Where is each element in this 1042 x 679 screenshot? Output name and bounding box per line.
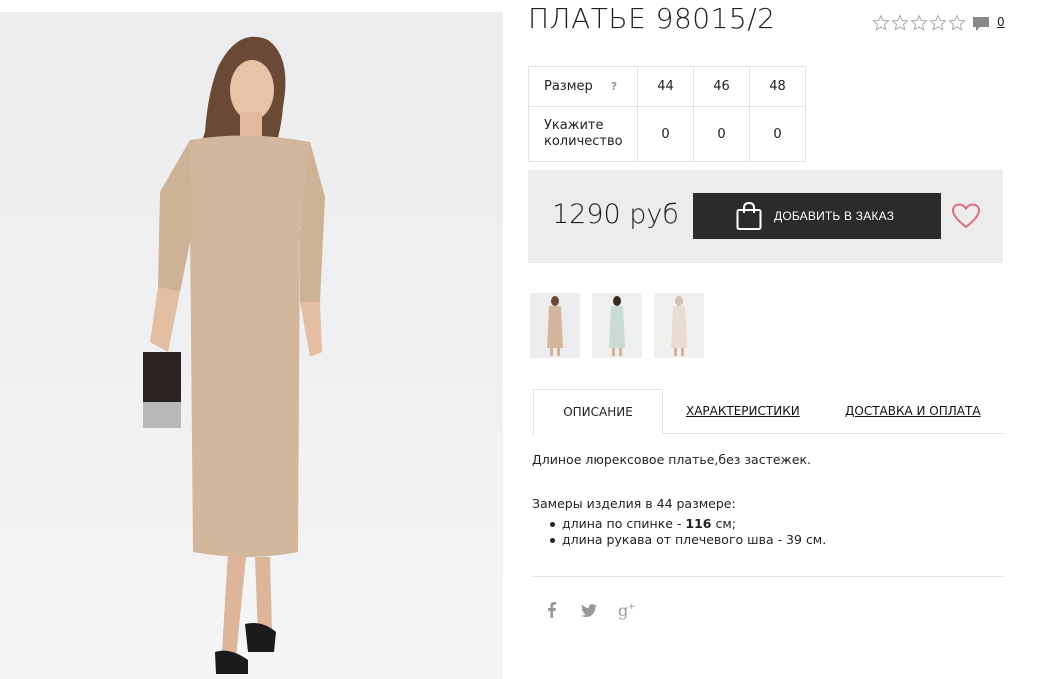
svg-text:g: g (618, 601, 628, 620)
comment-icon[interactable] (972, 16, 990, 32)
measurement-value: 116 (685, 516, 712, 531)
rating-stars[interactable] (872, 14, 966, 32)
size-quantity-table: Размер? 44 46 48 Укажите количество 0 0 … (528, 66, 806, 162)
thumbnail-cream[interactable] (654, 293, 704, 358)
product-main-image[interactable] (0, 12, 503, 679)
measurement-unit: см; (711, 516, 736, 531)
quantity-input[interactable]: 0 (637, 106, 694, 162)
price: 1290 руб (552, 199, 679, 230)
product-title: ПЛАТЬЕ 98015/2 (528, 2, 776, 35)
size-option: 46 (693, 66, 750, 107)
thumbnail-image (671, 296, 687, 356)
thumbnail-image (547, 296, 563, 356)
favorite-heart-icon[interactable] (952, 203, 980, 229)
measurement-label: длина по спинке - (562, 516, 686, 531)
quantity-input[interactable]: 0 (693, 106, 750, 162)
size-header: Размер? (528, 66, 638, 107)
facebook-icon[interactable] (543, 600, 561, 620)
size-row: Размер? 44 46 48 (528, 66, 806, 107)
google-plus-icon[interactable]: g + (618, 600, 638, 620)
add-to-order-label: ДОБАВИТЬ В ЗАКАЗ (774, 209, 895, 223)
star-icon[interactable] (872, 14, 890, 32)
tab-specifications[interactable]: ХАРАКТЕРИСТИКИ (686, 404, 800, 418)
twitter-icon[interactable] (580, 600, 598, 620)
model-in-dress-image (143, 36, 325, 674)
svg-text:+: + (628, 602, 636, 612)
size-label: Размер (544, 79, 593, 94)
quantity-row: Укажите количество 0 0 0 (528, 106, 806, 162)
add-to-order-button[interactable]: ДОБАВИТЬ В ЗАКАЗ (693, 193, 941, 239)
star-icon[interactable] (948, 14, 966, 32)
shopping-bag-icon (736, 201, 762, 230)
description-text: Длиное люрексовое платье,без застежек. (532, 452, 812, 467)
quantity-label-line1: Укажите (544, 118, 604, 133)
measurements-title: Замеры изделия в 44 размере: (532, 496, 736, 511)
size-option: 44 (637, 66, 694, 107)
size-option: 48 (749, 66, 806, 107)
size-help-icon[interactable]: ? (611, 80, 617, 93)
tab-description[interactable]: ОПИСАНИЕ (533, 389, 663, 435)
tab-delivery-payment[interactable]: ДОСТАВКА И ОПЛАТА (845, 404, 981, 418)
list-item: длина рукава от плечевого шва - 39 см. (548, 532, 826, 548)
thumbnail-beige[interactable] (530, 293, 580, 358)
comment-count[interactable]: 0 (997, 15, 1005, 29)
quantity-input[interactable]: 0 (749, 106, 806, 162)
star-icon[interactable] (891, 14, 909, 32)
thumbnail-mint[interactable] (592, 293, 642, 358)
measurements-list: длина по спинке - 116 см; длина рукава о… (548, 516, 826, 548)
quantity-header: Укажите количество (528, 106, 638, 162)
star-icon[interactable] (910, 14, 928, 32)
quantity-label-line2: количество (544, 134, 623, 149)
thumbnail-image (609, 296, 625, 356)
star-icon[interactable] (929, 14, 947, 32)
list-item: длина по спинке - 116 см; (548, 516, 826, 532)
divider (532, 576, 1003, 577)
measurement-label: длина рукава от плечевого шва - 39 см. (562, 532, 827, 547)
